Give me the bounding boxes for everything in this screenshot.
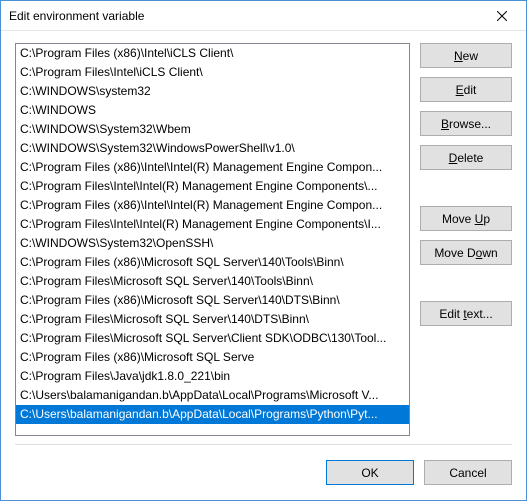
close-button[interactable]	[479, 1, 524, 30]
list-item[interactable]: C:\Program Files (x86)\Intel\Intel(R) Ma…	[16, 196, 409, 215]
close-icon	[497, 11, 507, 21]
list-item[interactable]: C:\Program Files (x86)\Intel\Intel(R) Ma…	[16, 158, 409, 177]
list-item[interactable]: C:\WINDOWS	[16, 101, 409, 120]
titlebar: Edit environment variable	[1, 1, 526, 31]
edit-button[interactable]: Edit	[420, 77, 512, 102]
list-item[interactable]: C:\Program Files\Intel\iCLS Client\	[16, 63, 409, 82]
dialog-window: Edit environment variable C:\Program Fil…	[0, 0, 527, 501]
edit-text-button[interactable]: Edit text...	[420, 301, 512, 326]
list-item[interactable]: C:\Users\balamanigandan.b\AppData\Local\…	[16, 386, 409, 405]
delete-button[interactable]: Delete	[420, 145, 512, 170]
cancel-button[interactable]: Cancel	[424, 460, 512, 485]
browse-button[interactable]: Browse...	[420, 111, 512, 136]
new-button[interactable]: New	[420, 43, 512, 68]
dialog-footer: OK Cancel	[15, 444, 512, 500]
window-title: Edit environment variable	[9, 9, 479, 23]
list-item[interactable]: C:\Program Files (x86)\Intel\iCLS Client…	[16, 44, 409, 63]
side-button-column: New Edit Browse... Delete Move Up Move D…	[420, 43, 512, 436]
list-item[interactable]: C:\Program Files\Microsoft SQL Server\Cl…	[16, 329, 409, 348]
list-item[interactable]: C:\WINDOWS\system32	[16, 82, 409, 101]
content-area: C:\Program Files (x86)\Intel\iCLS Client…	[1, 31, 526, 444]
list-item[interactable]: C:\WINDOWS\System32\Wbem	[16, 120, 409, 139]
path-list-container: C:\Program Files (x86)\Intel\iCLS Client…	[15, 43, 410, 436]
list-item[interactable]: C:\Program Files\Microsoft SQL Server\14…	[16, 310, 409, 329]
list-item[interactable]: C:\WINDOWS\System32\WindowsPowerShell\v1…	[16, 139, 409, 158]
list-item[interactable]: C:\Program Files\Intel\Intel(R) Manageme…	[16, 215, 409, 234]
list-item[interactable]: C:\Users\balamanigandan.b\AppData\Local\…	[16, 405, 409, 424]
list-item[interactable]: C:\Program Files\Intel\Intel(R) Manageme…	[16, 177, 409, 196]
spacer	[420, 274, 512, 292]
list-item[interactable]: C:\Program Files (x86)\Microsoft SQL Ser…	[16, 253, 409, 272]
path-list[interactable]: C:\Program Files (x86)\Intel\iCLS Client…	[16, 44, 409, 435]
list-item[interactable]: C:\Program Files (x86)\Microsoft SQL Ser…	[16, 348, 409, 367]
list-item[interactable]: C:\Program Files\Microsoft SQL Server\14…	[16, 272, 409, 291]
move-down-button[interactable]: Move Down	[420, 240, 512, 265]
move-up-button[interactable]: Move Up	[420, 206, 512, 231]
ok-button[interactable]: OK	[326, 460, 414, 485]
spacer	[420, 179, 512, 197]
list-item[interactable]: C:\Program Files\Java\jdk1.8.0_221\bin	[16, 367, 409, 386]
list-item[interactable]: C:\WINDOWS\System32\OpenSSH\	[16, 234, 409, 253]
list-item[interactable]: C:\Program Files (x86)\Microsoft SQL Ser…	[16, 291, 409, 310]
